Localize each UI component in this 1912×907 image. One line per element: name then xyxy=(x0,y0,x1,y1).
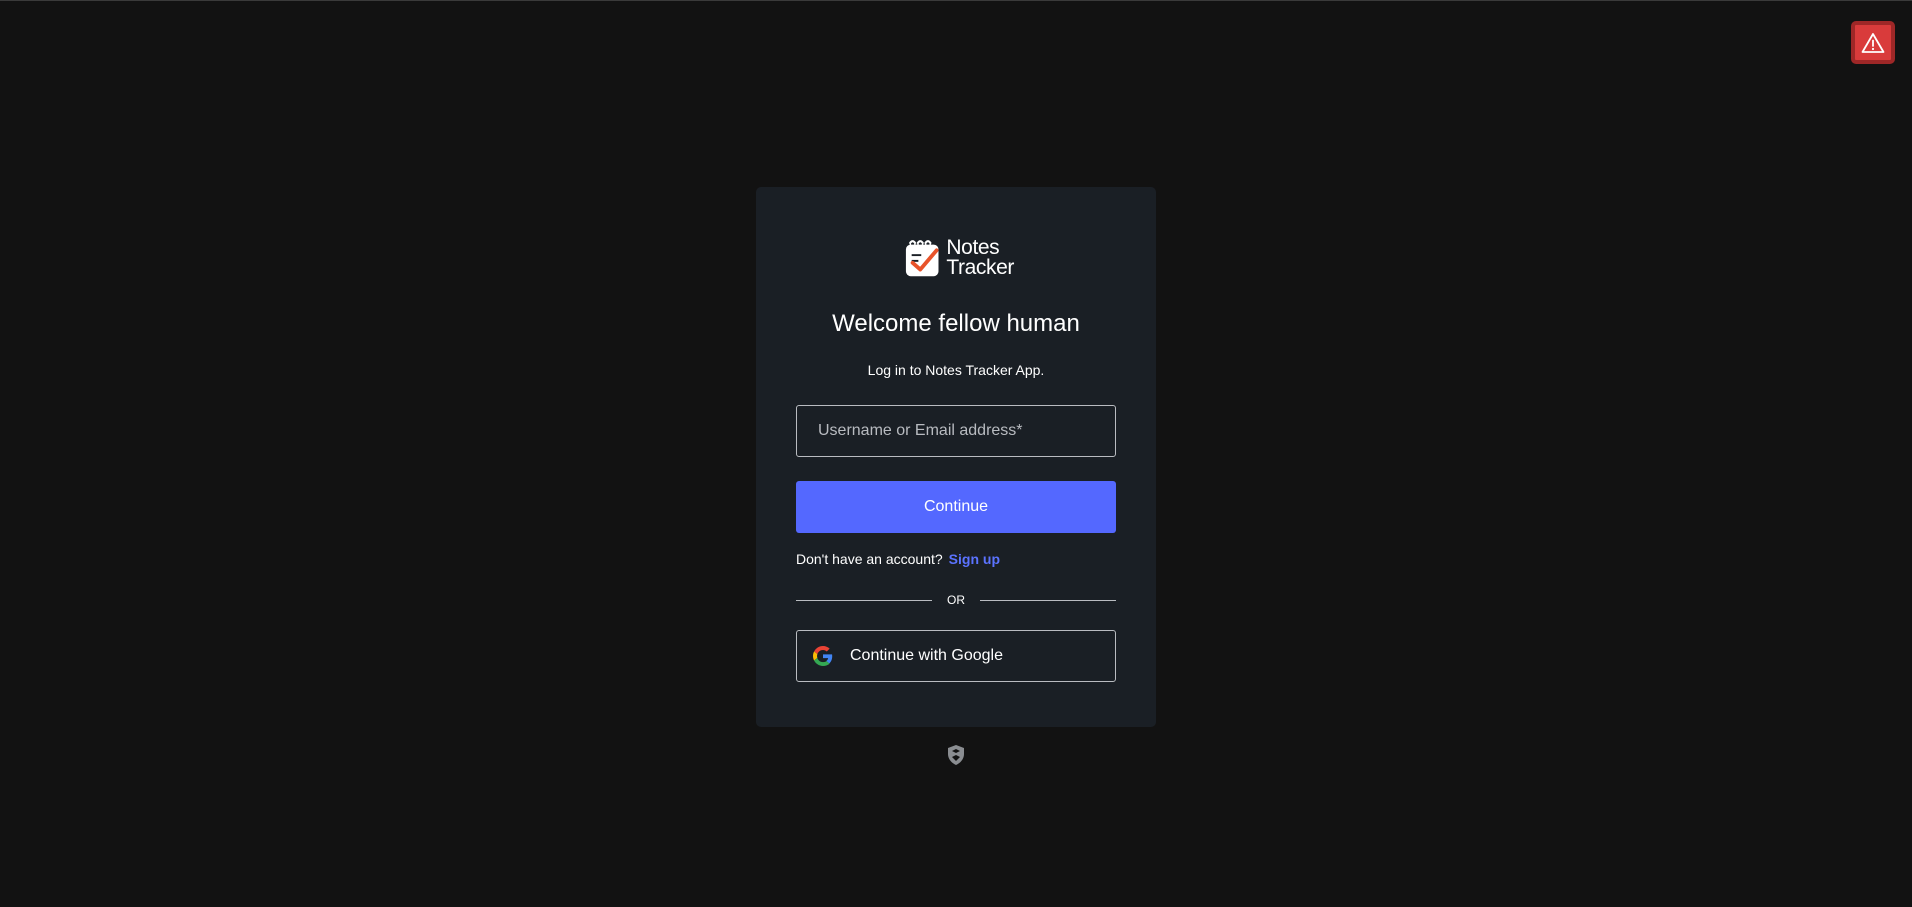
divider-line-left xyxy=(796,599,932,601)
login-card: Notes Tracker Welcome fellow human Log i… xyxy=(756,187,1156,727)
warning-icon xyxy=(1861,32,1885,53)
signup-row: Don't have an account? Sign up xyxy=(796,551,1116,567)
username-input[interactable] xyxy=(796,405,1116,457)
google-login-button[interactable]: Continue with Google xyxy=(796,630,1116,682)
continue-button[interactable]: Continue xyxy=(796,481,1116,533)
no-account-text: Don't have an account? xyxy=(796,551,943,567)
page-title: Welcome fellow human xyxy=(832,310,1080,337)
logo-line-2: Tracker xyxy=(946,256,1014,279)
logo-text: Notes Tracker xyxy=(946,236,1014,279)
page-subtitle: Log in to Notes Tracker App. xyxy=(867,362,1045,378)
app-logo: Notes Tracker xyxy=(904,237,1014,279)
top-border xyxy=(0,0,1912,1)
or-divider: OR xyxy=(796,593,1116,607)
logo-line-1: Notes xyxy=(946,236,1000,259)
divider-line-right xyxy=(980,599,1116,601)
shield-icon xyxy=(948,745,964,765)
google-button-label: Continue with Google xyxy=(850,647,1003,664)
divider-text: OR xyxy=(947,593,965,607)
signup-link[interactable]: Sign up xyxy=(949,551,1000,567)
warning-button[interactable] xyxy=(1851,21,1895,64)
google-icon xyxy=(813,646,833,666)
notes-tracker-logo-icon xyxy=(905,240,939,277)
